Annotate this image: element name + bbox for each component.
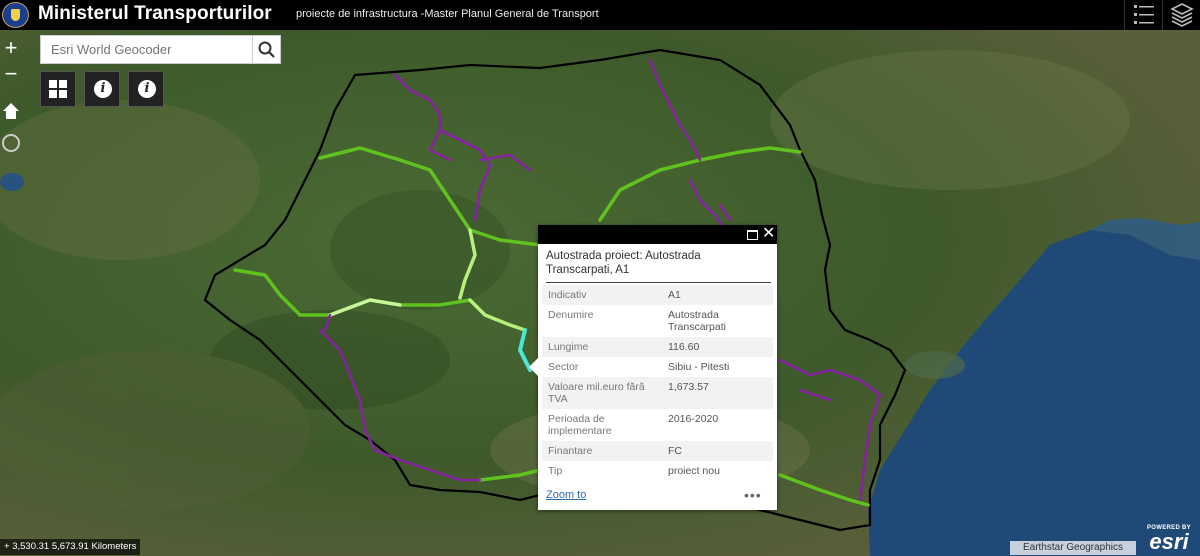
field-key: Sector xyxy=(548,361,579,373)
table-row: Tip proiect nou xyxy=(542,461,773,481)
close-icon[interactable]: ✕ xyxy=(762,225,776,244)
field-value: Autostrada Transcarpati xyxy=(668,309,726,333)
field-value: Sibiu - Pitesti xyxy=(668,361,730,373)
field-key: Lungime xyxy=(542,337,662,357)
scale-readout: + 3,530.31 5,673.91 Kilometers xyxy=(0,539,141,555)
grid-icon xyxy=(49,80,67,98)
app-subtitle: proiecte de infrastructura -Master Planu… xyxy=(296,8,599,20)
map-attribution[interactable]: Earthstar Geographics xyxy=(1010,541,1136,555)
coat-of-arms-logo xyxy=(2,2,29,28)
popup-divider xyxy=(546,282,771,283)
search-widget xyxy=(40,35,281,64)
layers-icon xyxy=(1170,3,1194,27)
scale-text: 3,530.31 5,673.91 Kilometers xyxy=(12,541,137,552)
layer-list-button[interactable] xyxy=(1124,0,1162,30)
info-icon: i xyxy=(94,80,112,98)
table-row: Denumire Autostrada Transcarpati xyxy=(542,305,773,337)
zoom-to-link[interactable]: Zoom to xyxy=(546,489,586,501)
field-value: FC xyxy=(662,441,773,461)
esri-logo[interactable]: POWERED BY esri xyxy=(1140,525,1198,555)
more-actions-button[interactable]: ••• xyxy=(744,487,762,503)
popup-pointer xyxy=(529,358,538,376)
basemap-gallery-button[interactable] xyxy=(40,71,76,107)
popup-title: Autostrada proiect: Autostrada Transcarp… xyxy=(546,250,701,276)
locate-button[interactable] xyxy=(2,134,20,152)
table-row: Lungime 116.60 xyxy=(542,337,773,357)
field-key: Indicativ xyxy=(542,285,662,305)
app-header: Ministerul Transporturilor proiecte de i… xyxy=(0,0,1200,30)
about-button[interactable]: i xyxy=(84,71,120,107)
table-row: Sector Sibiu - Pitesti xyxy=(542,357,773,377)
info-icon: i xyxy=(138,80,156,98)
maximize-icon[interactable] xyxy=(747,230,758,240)
field-key: Finantare xyxy=(542,441,662,461)
crosshair-icon: + xyxy=(4,541,10,552)
popup-titlebar: ✕ xyxy=(538,225,777,244)
table-row: Finantare FC xyxy=(542,441,773,461)
search-input[interactable] xyxy=(41,36,253,63)
layers-button[interactable] xyxy=(1162,0,1200,30)
app-title: Ministerul Transporturilor xyxy=(38,3,272,24)
home-icon xyxy=(3,103,19,119)
field-value: proiect nou xyxy=(668,465,720,477)
field-value: A1 xyxy=(662,285,773,305)
field-key: Denumire xyxy=(548,309,594,321)
field-key: Valoare mil.euro fără TVA xyxy=(542,377,662,409)
field-value: 116.60 xyxy=(662,337,773,357)
table-row: Indicativ A1 xyxy=(542,285,773,305)
table-row: Valoare mil.euro fără TVA 1,673.57 xyxy=(542,377,773,409)
table-row: Perioada de implementare 2016-2020 xyxy=(542,409,773,441)
popup-attributes: Indicativ A1 Denumire Autostrada Transcarp… xyxy=(542,285,773,481)
search-button[interactable] xyxy=(252,36,280,63)
zoom-in-button[interactable]: + xyxy=(0,36,22,62)
home-button[interactable] xyxy=(2,102,20,120)
esri-brand: esri xyxy=(1149,529,1189,554)
field-value: 1,673.57 xyxy=(662,377,773,409)
list-icon xyxy=(1134,5,1154,24)
feature-popup: ✕ Autostrada proiect: Autostrada Transca… xyxy=(529,225,777,510)
map-view[interactable]: + − i i ✕ Autostrada proiect: xyxy=(0,30,1200,556)
zoom-out-button[interactable]: − xyxy=(0,62,22,88)
legend-info-button[interactable]: i xyxy=(128,71,164,107)
field-value: 2016-2020 xyxy=(668,413,719,425)
field-key: Perioada de implementare xyxy=(548,413,612,437)
field-key: Tip xyxy=(548,465,563,477)
search-icon xyxy=(258,41,275,58)
